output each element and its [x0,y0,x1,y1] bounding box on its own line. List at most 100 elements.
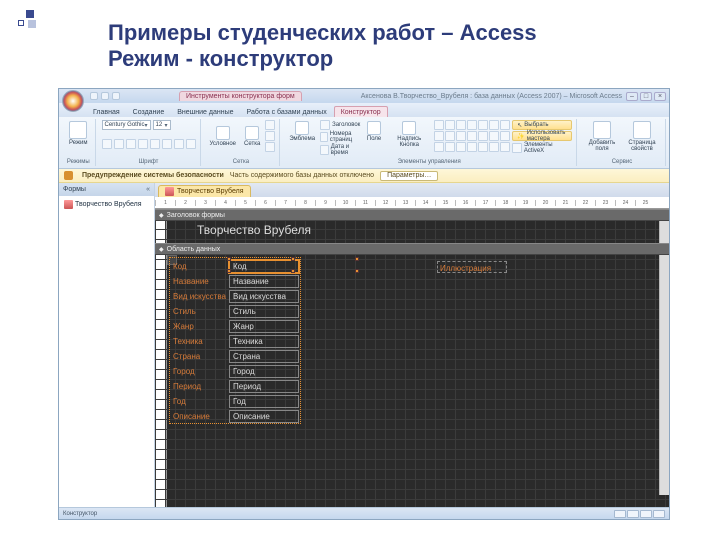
font-size-combo[interactable]: 12 [153,120,171,130]
nav-header[interactable]: Формы [59,183,154,196]
field-label[interactable]: Техника [171,337,229,346]
field-control[interactable]: Вид искусства [229,290,299,303]
add-fields-button[interactable]: Добавить поля [583,120,621,153]
ctrl-icon[interactable] [445,120,455,130]
field-control[interactable]: Год [229,395,299,408]
field-control[interactable]: Страна [229,350,299,363]
document-tab[interactable]: Творчество Врубеля [158,185,251,197]
field-row[interactable]: ОписаниеОписание [171,409,299,424]
close-button[interactable]: × [654,92,666,101]
qat-redo-icon[interactable] [112,92,120,100]
field-label[interactable]: Стиль [171,307,229,316]
ctrl-icon[interactable] [478,120,488,130]
design-surface[interactable]: Заголовок формы Творчество Врубеля Облас… [155,209,669,507]
ctrl-icon[interactable] [434,142,444,152]
ctrl-icon[interactable] [478,142,488,152]
view-form-button[interactable] [614,510,626,518]
label-button[interactable]: Надпись Кнопка [386,120,432,149]
field-row[interactable]: ГородГород [171,364,299,379]
field-row[interactable]: НазваниеНазвание [171,274,299,289]
field-control[interactable]: Город [229,365,299,378]
ctrl-icon[interactable] [467,131,477,141]
ctrl-icon[interactable] [489,142,499,152]
qat-save-icon[interactable] [90,92,98,100]
field-control[interactable]: Код [229,260,299,273]
ctrl-icon[interactable] [434,120,444,130]
tab-external[interactable]: Внешние данные [171,107,239,117]
view-design-button[interactable] [653,510,665,518]
ctrl-icon[interactable] [500,142,510,152]
field-control[interactable]: Период [229,380,299,393]
align-left-button[interactable] [138,139,148,149]
font-name-combo[interactable]: Century Gothic [102,120,151,130]
nav-item-form[interactable]: Творчество Врубеля [62,199,151,210]
field-row[interactable]: СтильСтиль [171,304,299,319]
logo-button[interactable]: Эмблема [286,120,318,143]
field-label[interactable]: Город [171,367,229,376]
view-button[interactable]: Режим [66,120,91,147]
form-title-label[interactable]: Творчество Врубеля [197,223,311,237]
ctrl-icon[interactable] [467,142,477,152]
field-label[interactable]: Код [171,262,229,271]
field-row[interactable]: ГодГод [171,394,299,409]
gridlines-button[interactable]: Сетка [241,125,263,148]
line-style-button[interactable] [265,131,275,141]
field-row[interactable]: КодКод [171,259,299,274]
minimize-button[interactable]: – [626,92,638,101]
property-sheet-button[interactable]: Страница свойств [623,120,661,153]
textbox-button[interactable]: Поле [364,120,384,143]
field-row[interactable]: СтранаСтрана [171,349,299,364]
office-button[interactable] [62,90,84,112]
ctrl-icon[interactable] [445,142,455,152]
tab-home[interactable]: Главная [87,107,126,117]
field-label[interactable]: Описание [171,412,229,421]
field-control[interactable]: Техника [229,335,299,348]
ctrl-icon[interactable] [456,120,466,130]
field-label[interactable]: Жанр [171,322,229,331]
ctrl-icon[interactable] [489,131,499,141]
line-color-button[interactable] [265,142,275,152]
section-form-header[interactable]: Заголовок формы [155,209,669,221]
view-layout-button[interactable] [640,510,652,518]
align-center-button[interactable] [150,139,160,149]
select-button[interactable]: ↖Выбрать [512,120,572,130]
field-label[interactable]: Страна [171,352,229,361]
illustration-frame[interactable]: Иллюстрация [437,261,507,273]
field-control[interactable]: Название [229,275,299,288]
ctrl-icon[interactable] [445,131,455,141]
font-color-button[interactable] [174,139,184,149]
field-label[interactable]: Вид искусства [171,292,229,301]
ctrl-icon[interactable] [500,120,510,130]
ctrl-icon[interactable] [456,131,466,141]
qat-undo-icon[interactable] [101,92,109,100]
tab-create[interactable]: Создание [127,107,171,117]
use-wizard-button[interactable]: ✨Использовать мастера [512,131,572,141]
italic-button[interactable] [114,139,124,149]
field-control[interactable]: Стиль [229,305,299,318]
field-label[interactable]: Год [171,397,229,406]
view-datasheet-button[interactable] [627,510,639,518]
maximize-button[interactable]: □ [640,92,652,101]
tab-design[interactable]: Конструктор [334,106,388,117]
field-row[interactable]: ПериодПериод [171,379,299,394]
section-detail[interactable]: Область данных [155,243,669,255]
conditional-button[interactable]: Условное [207,125,240,148]
fill-color-button[interactable] [186,139,196,149]
ctrl-icon[interactable] [489,120,499,130]
field-row[interactable]: ЖанрЖанр [171,319,299,334]
field-control[interactable]: Жанр [229,320,299,333]
bold-button[interactable] [102,139,112,149]
field-label[interactable]: Название [171,277,229,286]
tab-dbtools[interactable]: Работа с базами данных [241,107,333,117]
ctrl-icon[interactable] [478,131,488,141]
field-control[interactable]: Описание [229,410,299,423]
activex-button[interactable]: Элементы ActiveX [512,142,572,154]
align-right-button[interactable] [162,139,172,149]
security-options-button[interactable]: Параметры… [380,171,438,181]
ctrl-icon[interactable] [434,131,444,141]
field-label[interactable]: Период [171,382,229,391]
line-width-button[interactable] [265,120,275,130]
ctrl-icon[interactable] [467,120,477,130]
field-row[interactable]: Вид искусстваВид искусства [171,289,299,304]
ctrl-icon[interactable] [456,142,466,152]
